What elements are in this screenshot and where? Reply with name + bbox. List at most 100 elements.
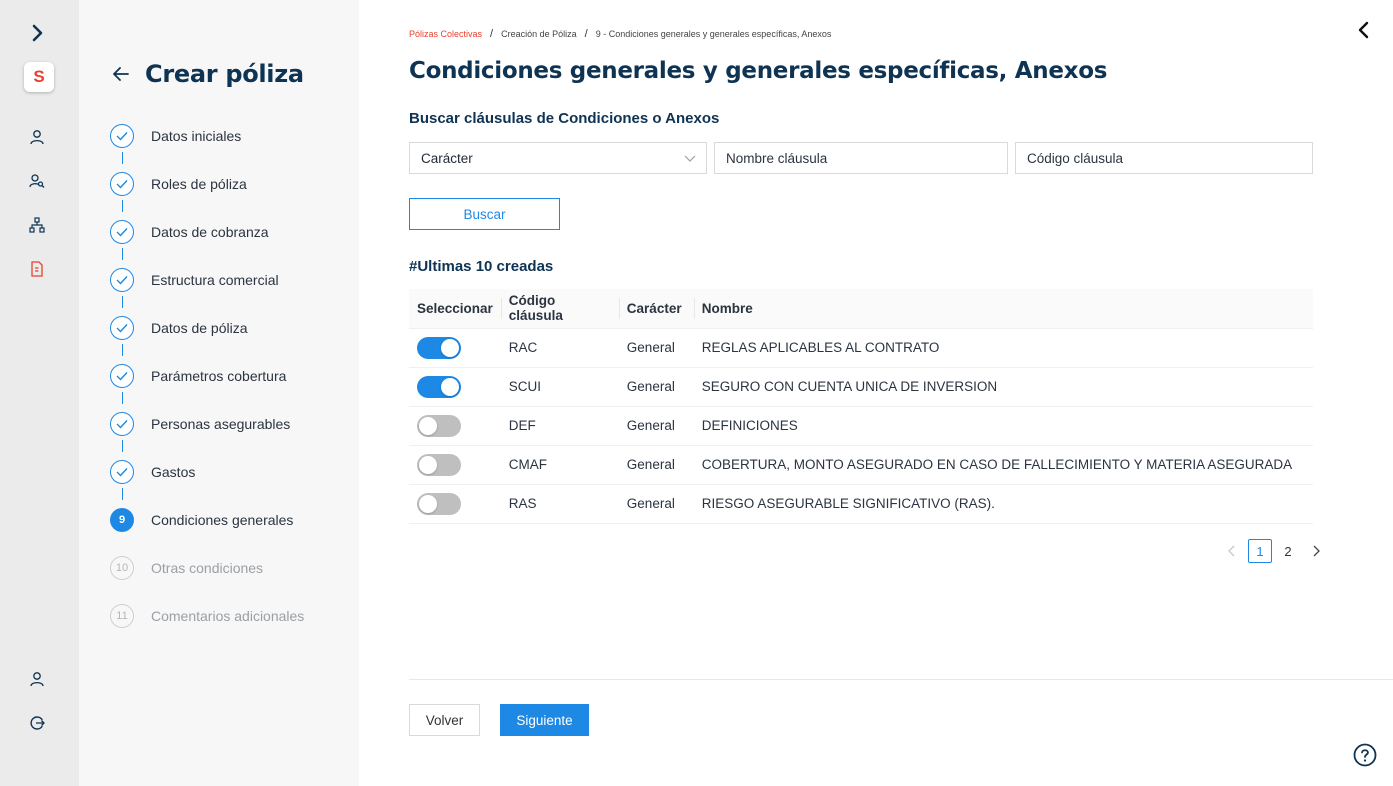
step-connector [122,488,123,500]
nombre-clausula-field[interactable] [714,142,1008,174]
step-item[interactable]: Roles de póliza [110,172,247,196]
chevron-down-icon [684,155,696,162]
logout-icon[interactable] [24,710,50,736]
step-label: Gastos [151,464,196,480]
toggle-knob [441,338,459,357]
breadcrumb-item[interactable]: Pólizas Colectivas [409,29,482,39]
caracter-cell: General [618,406,694,446]
step-item[interactable]: 9 Condiciones generales [110,508,293,532]
codigo-cell: RAS [500,484,619,524]
org-chart-icon[interactable] [24,212,50,238]
clauses-table: Seleccionar Código cláusula Carácter Nom… [409,289,1313,524]
check-icon [110,412,134,436]
step-label: Roles de póliza [151,176,247,192]
table-row: CMAF General COBERTURA, MONTO ASEGURADO EN… [409,445,1313,485]
step-label: Datos de cobranza [151,224,269,240]
step-connector [122,440,123,452]
table-row: RAC General REGLAS APLICABLES AL CONTRATO [409,328,1313,368]
step-item[interactable]: Parámetros cobertura [110,364,286,388]
check-icon [110,460,134,484]
select-cell [409,328,501,368]
step-item[interactable]: Datos iniciales [110,124,241,148]
step-connector [122,152,123,164]
footer-divider [409,679,1393,680]
check-icon [110,316,134,340]
table-row: SCUI General SEGURO CON CUENTA UNICA DE IN… [409,367,1313,407]
recent-title: #Ultimas 10 creadas [409,258,554,275]
profile-icon[interactable] [24,666,50,692]
column-header-caracter: Carácter [618,289,694,329]
breadcrumb-item[interactable]: Creación de Póliza [501,29,577,39]
column-header-codigo: Código cláusula [500,289,619,329]
select-toggle[interactable] [417,453,461,476]
left-rail: S [0,0,79,786]
next-button[interactable]: Siguiente [500,704,589,736]
breadcrumb: Pólizas Colectivas / Creación de Póliza … [409,28,831,40]
next-page-icon[interactable] [1304,539,1328,563]
step-item[interactable]: 11 Comentarios adicionales [110,604,304,628]
step-label: Condiciones generales [151,512,294,528]
caracter-cell: General [618,445,694,485]
breadcrumb-separator: / [490,28,494,40]
column-header-seleccionar: Seleccionar [409,289,501,329]
expand-chevron-icon[interactable] [24,20,50,46]
select-cell [409,406,501,446]
table-row: DEF General DEFINICIONES [409,406,1313,446]
help-icon[interactable] [1353,743,1377,767]
stepper-panel: Crear póliza Datos iniciales Roles de pól… [79,0,359,786]
nombre-clausula-input[interactable] [726,150,996,166]
codigo-cell: DEF [500,406,619,446]
breadcrumb-separator: / [584,28,588,40]
document-icon[interactable] [24,256,50,282]
breadcrumb-item: 9 - Condiciones generales y generales es… [595,29,832,39]
codigo-clausula-field[interactable] [1015,142,1313,174]
step-label: Parámetros cobertura [151,368,287,384]
caracter-select-value: Carácter [421,150,473,166]
select-toggle[interactable] [417,492,461,515]
nombre-cell: REGLAS APLICABLES AL CONTRATO [693,328,1313,368]
collapse-chevron-icon[interactable] [1354,20,1374,40]
step-item[interactable]: Datos de póliza [110,316,248,340]
codigo-cell: SCUI [500,367,619,407]
step-label: Otras condiciones [151,560,264,576]
caracter-select[interactable]: Carácter [409,142,707,174]
step-item[interactable]: Gastos [110,460,195,484]
user-icon[interactable] [24,124,50,150]
step-item[interactable]: Estructura comercial [110,268,279,292]
step-connector [122,248,123,260]
users-search-icon[interactable] [24,168,50,194]
step-item[interactable]: 10 Otras condiciones [110,556,263,580]
step-item[interactable]: Personas asegurables [110,412,290,436]
step-connector [122,392,123,404]
step-label: Datos iniciales [151,128,242,144]
check-icon [110,124,134,148]
search-button[interactable]: Buscar [409,198,560,230]
check-icon [110,364,134,388]
check-icon [110,268,134,292]
check-icon [110,172,134,196]
nombre-cell: SEGURO CON CUENTA UNICA DE INVERSION [693,367,1313,407]
select-toggle[interactable] [417,336,461,359]
nombre-cell: DEFINICIONES [693,406,1313,446]
prev-page-icon[interactable] [1220,539,1244,563]
toggle-knob [419,416,437,435]
toggle-knob [419,455,437,474]
step-item[interactable]: Datos de cobranza [110,220,269,244]
page-2[interactable]: 2 [1276,539,1300,563]
caracter-cell: General [618,328,694,368]
select-toggle[interactable] [417,375,461,398]
step-label: Comentarios adicionales [151,608,305,624]
select-cell [409,484,501,524]
pagination: 1 2 [1220,539,1328,563]
step-number: 11 [110,604,134,628]
select-cell [409,445,501,485]
app-logo[interactable]: S [24,62,54,92]
back-button[interactable]: Volver [409,704,480,736]
page-1[interactable]: 1 [1248,539,1272,563]
back-arrow-icon[interactable] [111,64,131,84]
codigo-clausula-input[interactable] [1027,150,1301,166]
step-label: Datos de póliza [151,320,248,336]
toggle-knob [441,377,459,396]
select-toggle[interactable] [417,414,461,437]
step-connector [122,344,123,356]
